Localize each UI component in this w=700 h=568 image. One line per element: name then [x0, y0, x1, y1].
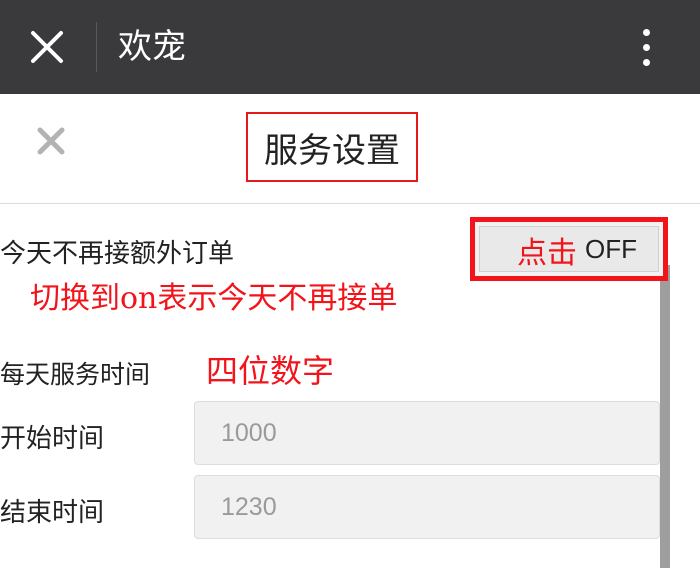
close-icon — [37, 127, 65, 155]
start-time-input[interactable]: 1000 — [194, 401, 660, 465]
more-options-button[interactable] — [626, 24, 666, 70]
page: 欢宠 服务设置 今天不再接额外订单 点击 OFF 切换到on表示今天不再接单 每… — [0, 0, 700, 568]
more-vertical-icon — [642, 28, 650, 36]
page-header: 服务设置 — [0, 94, 700, 204]
page-title: 服务设置 — [246, 112, 418, 182]
back-button[interactable] — [30, 120, 72, 162]
scrollbar[interactable] — [660, 265, 670, 568]
switch-hint-annotation: 切换到on表示今天不再接单 — [30, 281, 398, 316]
close-button[interactable] — [22, 24, 72, 70]
extra-orders-label: 今天不再接额外订单 — [0, 239, 235, 269]
daily-service-label: 每天服务时间 — [0, 360, 151, 389]
end-time-value: 1230 — [221, 492, 277, 521]
toggle-state: OFF — [585, 234, 637, 264]
end-time-label: 结束时间 — [0, 498, 105, 528]
app-top-bar: 欢宠 — [0, 0, 700, 94]
extra-orders-toggle[interactable]: 点击 OFF — [470, 217, 668, 281]
end-time-input[interactable]: 1230 — [194, 475, 660, 539]
close-icon — [31, 31, 63, 63]
start-time-value: 1000 — [221, 418, 277, 447]
topbar-divider — [96, 22, 97, 72]
click-annotation: 点击 — [517, 236, 577, 271]
start-time-label: 开始时间 — [0, 424, 105, 454]
digits-hint-annotation: 四位数字 — [206, 352, 335, 390]
settings-panel: 今天不再接额外订单 点击 OFF 切换到on表示今天不再接单 每天服务时间 四位… — [0, 205, 700, 568]
app-title: 欢宠 — [118, 27, 186, 67]
